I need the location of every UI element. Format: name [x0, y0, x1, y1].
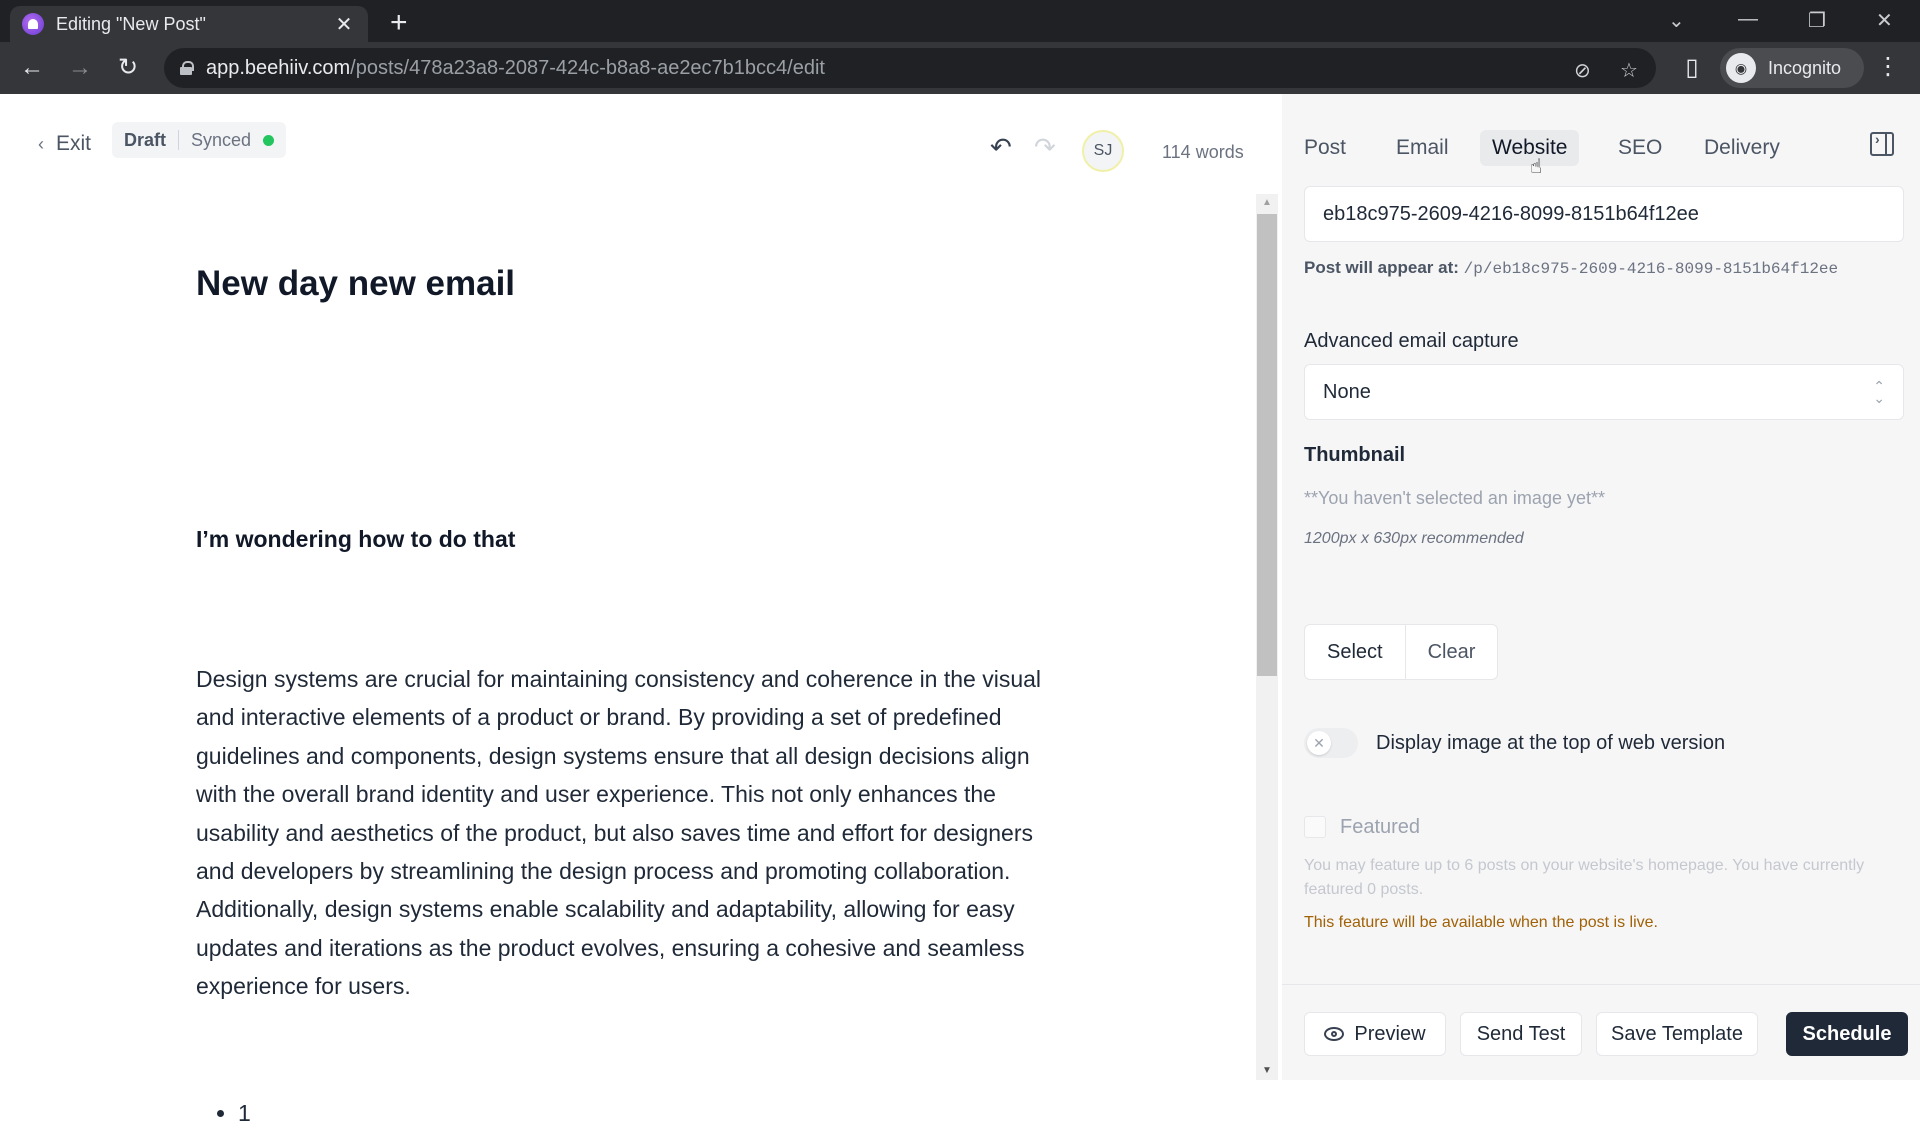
post-body-paragraph[interactable]: Design systems are crucial for maintaini… — [196, 660, 1066, 1006]
tab-email[interactable]: Email — [1384, 130, 1461, 166]
appear-at-label: Post will appear at: — [1304, 258, 1459, 277]
beehiiv-favicon-icon — [22, 13, 44, 35]
schedule-button[interactable]: Schedule — [1786, 1012, 1908, 1056]
featured-label: Featured — [1340, 816, 1421, 838]
tab-post[interactable]: Post — [1292, 130, 1358, 166]
tracking-blocked-eye-icon[interactable]: ⊘ — [1574, 58, 1591, 83]
email-capture-select[interactable]: None ⌃ ⌄ — [1304, 364, 1904, 420]
toggle-off-x-icon: ✕ — [1307, 731, 1331, 755]
tab-close-icon[interactable]: ✕ — [332, 12, 356, 37]
new-tab-icon[interactable]: + — [390, 8, 408, 38]
eye-icon — [1324, 1027, 1345, 1041]
redo-icon[interactable]: ↷ — [1034, 132, 1056, 163]
browser-tab[interactable]: Editing "New Post" ✕ — [10, 6, 368, 42]
post-subtitle[interactable]: I’m wondering how to do that — [196, 526, 515, 553]
address-bar[interactable]: app.beehiiv.com/posts/478a23a8-2087-424c… — [164, 48, 1656, 88]
exit-label: Exit — [56, 132, 92, 155]
forward-icon[interactable]: → — [64, 52, 96, 84]
post-url-preview: Post will appear at: /p/eb18c975-2609-42… — [1304, 258, 1838, 278]
browser-tabstrip: Editing "New Post" ✕ + ⌄ — ❐ ✕ — [0, 0, 1920, 42]
settings-panel: Post Email Website SEO Delivery Post wil… — [1282, 94, 1920, 1080]
window-close-icon[interactable]: ✕ — [1876, 8, 1893, 33]
select-thumbnail-button[interactable]: Select — [1305, 625, 1405, 679]
tab-title: Editing "New Post" — [56, 13, 206, 34]
save-template-button[interactable]: Save Template — [1596, 1012, 1758, 1056]
exit-button[interactable]: ‹ Exit — [38, 132, 91, 156]
lock-icon — [180, 61, 194, 75]
tab-website[interactable]: Website — [1480, 130, 1580, 166]
scroll-down-arrow-icon[interactable]: ▼ — [1256, 1062, 1278, 1080]
bullet-list[interactable]: 1 — [214, 1100, 251, 1127]
url-path: /posts/478a23a8-2087-424c-b8a8-ae2ec7b1b… — [350, 56, 825, 79]
collaborator-avatar[interactable]: SJ — [1082, 130, 1124, 172]
restore-icon[interactable]: ❐ — [1808, 8, 1826, 33]
sync-indicator-dot — [263, 134, 275, 146]
clear-thumbnail-button[interactable]: Clear — [1404, 625, 1498, 679]
minimize-icon[interactable]: — — [1738, 8, 1758, 31]
preview-label: Preview — [1354, 1022, 1426, 1045]
tab-delivery[interactable]: Delivery — [1692, 130, 1792, 166]
back-icon[interactable]: ← — [16, 52, 48, 84]
undo-icon[interactable]: ↶ — [990, 132, 1012, 163]
browser-toolbar: ← → ↻ app.beehiiv.com/posts/478a23a8-208… — [0, 42, 1920, 94]
featured-help-text: You may feature up to 6 posts on your we… — [1304, 857, 1865, 898]
select-updown-chevron-icon: ⌃ ⌄ — [1873, 378, 1885, 406]
thumbnail-label: Thumbnail — [1304, 444, 1406, 466]
incognito-icon: ◉ — [1726, 53, 1756, 83]
tab-search-chevron-icon[interactable]: ⌄ — [1668, 8, 1685, 33]
send-test-button[interactable]: Send Test — [1460, 1012, 1582, 1056]
panel-tabs: Post Email Website SEO Delivery — [1282, 94, 1920, 174]
editor-scrollbar[interactable]: ▲ ▼ — [1256, 194, 1278, 1080]
reload-icon[interactable]: ↻ — [112, 52, 144, 84]
bookmark-star-icon[interactable]: ☆ — [1620, 58, 1638, 83]
tab-seo[interactable]: SEO — [1606, 130, 1674, 166]
scroll-up-arrow-icon[interactable]: ▲ — [1256, 194, 1278, 212]
word-count: 114 words — [1162, 142, 1244, 162]
featured-checkbox[interactable] — [1304, 816, 1326, 838]
display-image-label: Display image at the top of web version — [1376, 732, 1726, 754]
draft-status: Draft — [124, 129, 167, 150]
featured-warning-text: This feature will be available when the … — [1304, 914, 1658, 931]
thumbnail-empty-text: **You haven't selected an image yet** — [1304, 488, 1605, 508]
chevron-left-icon: ‹ — [38, 133, 44, 154]
list-item[interactable]: 1 — [238, 1100, 251, 1127]
post-status-pill: Draft Synced — [112, 122, 287, 158]
appear-at-path: /p/eb18c975-2609-4216-8099-8151b64f12ee — [1463, 260, 1839, 278]
url-host: app.beehiiv.com — [206, 56, 351, 79]
thumbnail-size-hint: 1200px x 630px recommended — [1304, 530, 1524, 547]
post-editor: ‹ Exit Draft Synced ↶ ↷ SJ 114 words New… — [0, 94, 1282, 1126]
status-divider — [178, 130, 180, 150]
side-panel-icon[interactable]: ▯ — [1676, 52, 1708, 84]
browser-menu-icon[interactable]: ⋮ — [1876, 52, 1900, 81]
thumbnail-button-group: Select Clear — [1304, 624, 1499, 680]
email-capture-value: None — [1323, 380, 1371, 403]
preview-button[interactable]: Preview — [1304, 1012, 1446, 1056]
post-title[interactable]: New day new email — [196, 264, 515, 304]
display-image-toggle[interactable]: ✕ — [1304, 728, 1358, 758]
footer-divider — [1282, 984, 1920, 985]
incognito-profile-button[interactable]: ◉ Incognito — [1720, 48, 1864, 88]
sync-status: Synced — [191, 129, 252, 150]
scrollbar-thumb[interactable] — [1257, 214, 1277, 676]
collapse-panel-icon[interactable] — [1870, 131, 1894, 156]
profile-label: Incognito — [1768, 57, 1842, 78]
post-slug-input[interactable] — [1304, 186, 1904, 242]
email-capture-label: Advanced email capture — [1304, 330, 1519, 352]
